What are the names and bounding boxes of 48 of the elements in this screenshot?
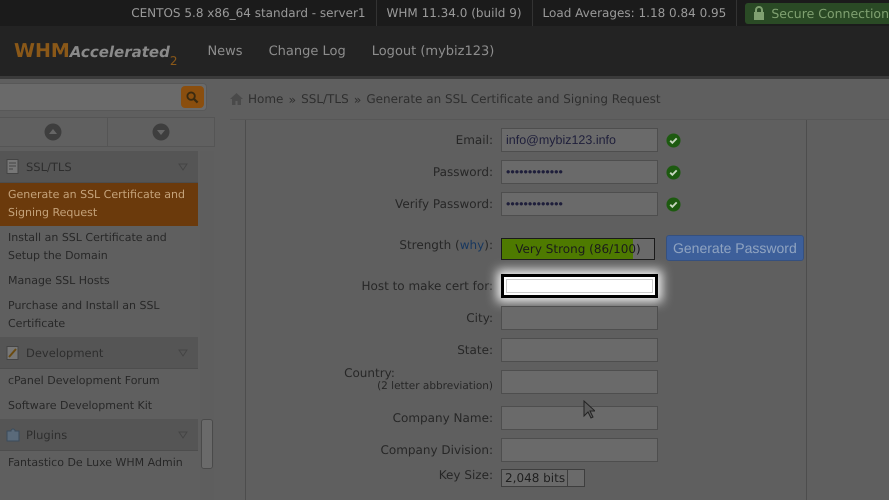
key-size-select[interactable]: 2,048 bits bbox=[501, 469, 585, 487]
input-field[interactable]: ••••••••••••• bbox=[501, 192, 658, 216]
input-field[interactable] bbox=[501, 370, 658, 394]
check-icon bbox=[666, 196, 681, 212]
field-label: State: bbox=[456, 343, 493, 357]
sidebar-item[interactable]: cPanel Development Forum bbox=[0, 369, 198, 394]
sidebar-item[interactable]: Software Development Kit bbox=[0, 394, 198, 419]
sidebar-item[interactable]: Manage SSL Hosts bbox=[0, 269, 198, 294]
search-button[interactable] bbox=[181, 86, 204, 108]
input-field[interactable] bbox=[501, 406, 658, 430]
input-field[interactable] bbox=[501, 306, 658, 330]
breadcrumb-separator: » bbox=[288, 92, 296, 106]
why-link[interactable]: why bbox=[460, 238, 484, 252]
field-label: Strength (why): bbox=[398, 238, 493, 252]
field-label: Country: bbox=[344, 366, 395, 380]
mouse-cursor-icon bbox=[583, 400, 595, 419]
field-label: Company Name: bbox=[392, 411, 493, 425]
input-field[interactable]: ••••••••••••• bbox=[501, 160, 658, 184]
field-label: Password: bbox=[432, 165, 493, 179]
lock-icon bbox=[753, 6, 766, 20]
field-label: Email: bbox=[454, 133, 493, 147]
field-label: City: bbox=[465, 311, 493, 325]
input-field[interactable] bbox=[501, 274, 658, 298]
field-label: Company Division: bbox=[380, 443, 493, 457]
field-label: Key Size: bbox=[438, 468, 493, 482]
input-field[interactable] bbox=[501, 438, 658, 462]
secure-connection-text: Secure Connection bbox=[771, 6, 889, 20]
sidebar-item[interactable]: Generate an SSL Certificate and Signing Request bbox=[0, 183, 198, 226]
check-icon bbox=[666, 164, 681, 180]
check-icon bbox=[666, 132, 681, 148]
search-field[interactable] bbox=[0, 83, 207, 111]
nav-link[interactable]: News bbox=[207, 44, 243, 58]
nav-link[interactable]: Change Log bbox=[268, 44, 346, 58]
sidebar-item[interactable]: Fantastico De Luxe WHM Admin bbox=[0, 451, 198, 476]
breadcrumb-separator: » bbox=[354, 92, 362, 106]
input-field[interactable]: info@mybiz123.info bbox=[501, 128, 658, 152]
sidebar-item[interactable]: Purchase and Install an SSL Certificate bbox=[0, 294, 198, 337]
field-hint: (2 letter abbreviation) bbox=[377, 380, 493, 392]
generate-password-button[interactable]: Generate Password bbox=[666, 235, 804, 261]
sidebar-item[interactable]: Install an SSL Certificate and Setup the Domain bbox=[0, 226, 198, 269]
certificate-icon bbox=[6, 158, 20, 174]
field-label: Host to make cert for: bbox=[360, 279, 493, 293]
field-label: Verify Password: bbox=[394, 197, 493, 211]
input-field[interactable] bbox=[501, 338, 658, 362]
nav-link[interactable]: Logout (mybiz123) bbox=[372, 44, 494, 58]
notepad-icon bbox=[6, 344, 20, 360]
puzzle-icon bbox=[6, 426, 20, 442]
search-icon bbox=[186, 90, 199, 104]
